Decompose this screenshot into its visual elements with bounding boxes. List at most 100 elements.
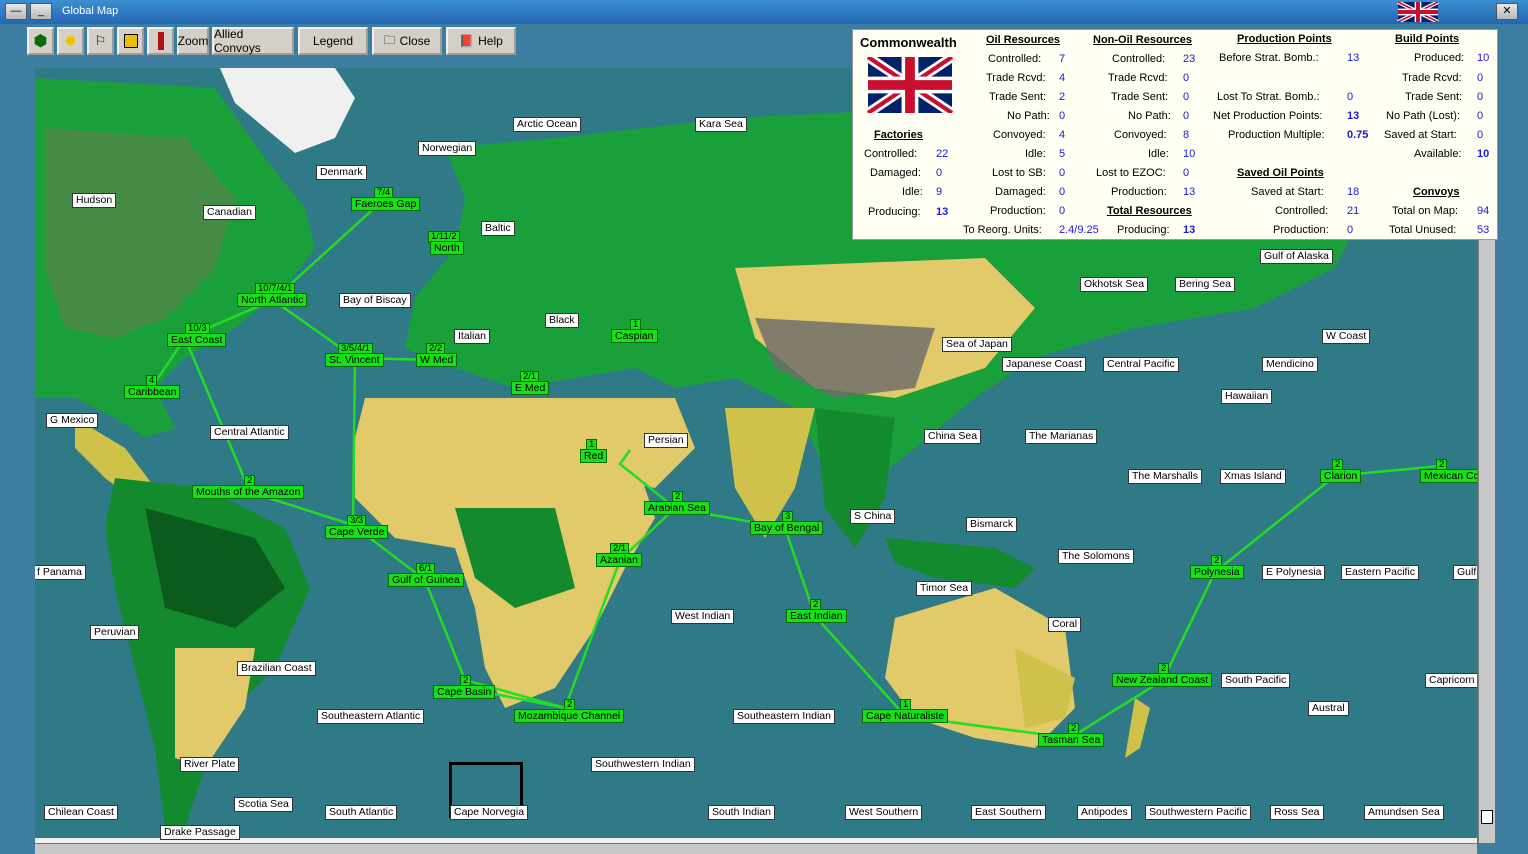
sea-zone[interactable]: South Indian — [708, 805, 775, 820]
value: 53 — [1477, 224, 1490, 236]
convoy-zone[interactable]: Red — [580, 449, 608, 463]
sea-zone[interactable]: Scotia Sea — [234, 797, 293, 812]
sea-zone[interactable]: Central Pacific — [1103, 357, 1179, 372]
convoy-zone[interactable]: Caspian — [611, 329, 658, 343]
sea-zone[interactable]: Bering Sea — [1175, 277, 1235, 292]
convoy-zone[interactable]: Mexican Coast — [1420, 469, 1477, 483]
sea-zone[interactable]: Bismarck — [966, 517, 1018, 532]
sea-zone[interactable]: River Plate — [180, 757, 240, 772]
sea-zone[interactable]: Mendicino — [1262, 357, 1318, 372]
convoy-zone[interactable]: North — [430, 241, 464, 255]
horizontal-scrollbar[interactable] — [35, 843, 1477, 854]
convoy-zone[interactable]: New Zealand Coast — [1112, 673, 1213, 687]
convoy-zone[interactable]: E Med — [511, 381, 550, 395]
sea-zone[interactable]: Southeastern Indian — [733, 709, 835, 724]
sea-zone[interactable]: Coral — [1048, 617, 1082, 632]
sea-zone[interactable]: Southwestern Pacific — [1145, 805, 1252, 820]
sea-zone[interactable]: Antipodes — [1077, 805, 1132, 820]
sea-zone[interactable]: Denmark — [316, 165, 367, 180]
sea-zone[interactable]: W Coast — [1322, 329, 1371, 344]
convoy-zone[interactable]: Tasman Sea — [1038, 733, 1105, 747]
sea-zone[interactable]: Central Atlantic — [210, 425, 289, 440]
sea-zone[interactable]: Brazilian Coast — [237, 661, 316, 676]
sea-zone[interactable]: Timor Sea — [916, 581, 973, 596]
sea-zone[interactable]: Persian — [644, 433, 688, 448]
sea-zone[interactable]: Gulf — [1453, 565, 1477, 580]
close-button[interactable]: 🗀 Close — [372, 27, 442, 55]
sea-zone[interactable]: Bay of Biscay — [339, 293, 411, 308]
sea-zone[interactable]: S China — [850, 509, 896, 524]
sea-zone[interactable]: Eastern Pacific — [1341, 565, 1420, 580]
convoy-zone[interactable]: Cape Naturaliste — [862, 709, 949, 723]
sea-zone[interactable]: Gulf of Alaska — [1260, 249, 1333, 264]
convoy-zone[interactable]: W Med — [416, 353, 458, 367]
sea-zone[interactable]: Norwegian — [418, 141, 477, 156]
hex-tool-button[interactable]: ⬢ — [27, 27, 54, 55]
unit-tool-button[interactable] — [147, 27, 174, 55]
convoy-zone[interactable]: Polynesia — [1190, 565, 1244, 579]
sea-zone[interactable]: Okhotsk Sea — [1080, 277, 1149, 292]
convoy-zone[interactable]: Mozambique Channel — [514, 709, 625, 723]
sea-zone[interactable]: Hawaiian — [1221, 389, 1273, 404]
total-resources-header: Total Resources — [1107, 205, 1192, 217]
sea-zone[interactable]: The Solomons — [1058, 549, 1134, 564]
convoy-zone[interactable]: Arabian Sea — [644, 501, 710, 515]
window-menu-button[interactable]: — — [5, 3, 27, 20]
sea-zone[interactable]: Japanese Coast — [1002, 357, 1086, 372]
convoy-zone[interactable]: East Coast — [167, 333, 227, 347]
sea-zone[interactable]: China Sea — [924, 429, 982, 444]
sea-zone[interactable]: Peruvian — [90, 625, 140, 640]
sea-zone[interactable]: Ross Sea — [1270, 805, 1324, 820]
sea-zone[interactable]: Capricorn — [1425, 673, 1477, 688]
sea-zone[interactable]: E Polynesia — [1262, 565, 1326, 580]
sea-zone[interactable]: Arctic Ocean — [513, 117, 582, 132]
sea-zone[interactable]: Black — [545, 313, 579, 328]
sea-zone[interactable]: South Atlantic — [325, 805, 398, 820]
sea-zone[interactable]: Southwestern Indian — [591, 757, 695, 772]
convoy-zone[interactable]: East Indian — [786, 609, 847, 623]
sea-zone[interactable]: Kara Sea — [695, 117, 747, 132]
sea-zone[interactable]: Cape Norvegia — [450, 805, 529, 820]
allied-convoys-button[interactable]: Allied Convoys — [212, 27, 294, 55]
weather-tool-button[interactable]: ✹ — [57, 27, 84, 55]
scroll-thumb[interactable] — [1481, 810, 1493, 824]
sea-zone[interactable]: West Indian — [671, 609, 735, 624]
sea-zone[interactable]: Drake Passage — [160, 825, 240, 840]
sea-zone[interactable]: Italian — [454, 329, 491, 344]
convoy-zone[interactable]: Cape Verde — [325, 525, 389, 539]
sea-zone[interactable]: Sea of Japan — [942, 337, 1012, 352]
sea-zone[interactable]: Xmas Island — [1220, 469, 1286, 484]
convoy-zone[interactable]: Mouths of the Amazon — [192, 485, 305, 499]
sea-zone[interactable]: G Mexico — [46, 413, 99, 428]
flag-tool-button[interactable]: ⚐ — [87, 27, 114, 55]
convoy-zone[interactable]: Cape Basin — [433, 685, 496, 699]
sea-zone[interactable]: East Southern — [971, 805, 1046, 820]
convoy-zone[interactable]: Caribbean — [124, 385, 181, 399]
convoy-zone[interactable]: St. Vincent — [325, 353, 384, 367]
sea-zone[interactable]: West Southern — [845, 805, 923, 820]
sea-zone[interactable]: Austral — [1308, 701, 1349, 716]
sea-zone[interactable]: Chilean Coast — [44, 805, 118, 820]
sea-zone[interactable]: Amundsen Sea — [1364, 805, 1444, 820]
value: 9 — [936, 186, 943, 198]
sea-zone[interactable]: Canadian — [203, 205, 256, 220]
save-tool-button[interactable] — [117, 27, 144, 55]
sea-zone[interactable]: Southeastern Atlantic — [317, 709, 425, 724]
convoy-zone[interactable]: Clarion — [1320, 469, 1362, 483]
sea-zone[interactable]: Hudson — [72, 193, 117, 208]
convoy-zone[interactable]: Faeroes Gap — [351, 197, 421, 211]
sea-zone[interactable]: The Marshalls — [1128, 469, 1202, 484]
close-window-button[interactable]: ✕ — [1496, 3, 1518, 20]
convoy-zone[interactable]: Gulf of Guinea — [388, 573, 464, 587]
convoy-zone[interactable]: Bay of Bengal — [750, 521, 824, 535]
help-button[interactable]: 📕 Help — [446, 27, 516, 55]
sea-zone[interactable]: Baltic — [481, 221, 515, 236]
legend-button[interactable]: Legend — [298, 27, 368, 55]
minimize-button[interactable]: _ — [30, 3, 52, 20]
convoy-zone[interactable]: North Atlantic — [237, 293, 308, 307]
sea-zone[interactable]: The Marianas — [1025, 429, 1098, 444]
sea-zone[interactable]: f Panama — [35, 565, 86, 580]
convoy-zone[interactable]: Azanian — [596, 553, 642, 567]
zoom-button[interactable]: Zoom — [177, 27, 209, 55]
sea-zone[interactable]: South Pacific — [1221, 673, 1291, 688]
